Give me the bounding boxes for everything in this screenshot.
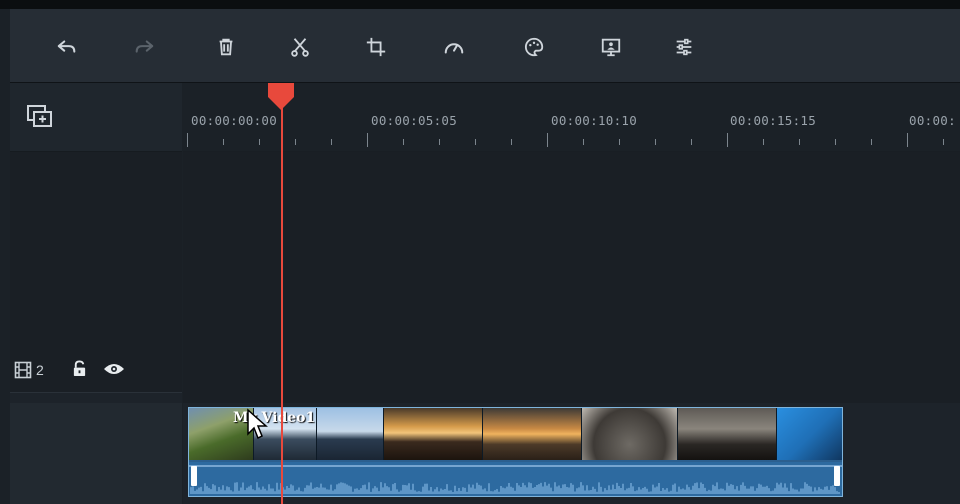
trim-handle-right[interactable] bbox=[834, 466, 840, 486]
add-track-button[interactable] bbox=[26, 103, 54, 131]
split-button[interactable] bbox=[287, 34, 313, 60]
minor-tick bbox=[259, 139, 260, 145]
ruler-label: 00:00:15:15 bbox=[730, 113, 817, 128]
trim-handle-left[interactable] bbox=[191, 466, 197, 486]
undo-button[interactable] bbox=[54, 34, 80, 60]
green-screen-icon bbox=[601, 38, 621, 57]
time-ruler[interactable]: 00:00:00:00 00:00:05:05 00:00:10:10 00:0… bbox=[183, 83, 960, 151]
playhead-handle[interactable] bbox=[266, 83, 296, 111]
minor-tick bbox=[403, 139, 404, 145]
delete-icon bbox=[219, 38, 233, 56]
major-tick bbox=[907, 133, 908, 147]
track-controls: 2 bbox=[14, 360, 125, 380]
delete-button[interactable] bbox=[213, 34, 239, 60]
major-tick bbox=[367, 133, 368, 147]
color-button[interactable] bbox=[521, 34, 547, 60]
minor-tick bbox=[943, 139, 944, 145]
track-header-panel bbox=[10, 83, 182, 504]
ruler-label: 00:00:05:05 bbox=[371, 113, 458, 128]
minor-tick bbox=[799, 139, 800, 145]
track-number: 2 bbox=[36, 362, 44, 378]
window-top-bar bbox=[0, 0, 960, 9]
edit-toolbar bbox=[10, 9, 960, 83]
video-track-header bbox=[10, 403, 182, 504]
redo-icon bbox=[135, 40, 154, 53]
minor-tick bbox=[295, 139, 296, 145]
minor-tick bbox=[835, 139, 836, 145]
thumbnail bbox=[384, 408, 483, 460]
waveform-graphic bbox=[189, 465, 842, 494]
thumbnail bbox=[582, 408, 678, 460]
video-clip[interactable]: My Video1 bbox=[188, 407, 843, 497]
minor-tick bbox=[331, 139, 332, 145]
minor-tick bbox=[475, 139, 476, 145]
audio-waveform bbox=[189, 462, 842, 496]
crop-icon bbox=[366, 37, 386, 57]
redo-button[interactable] bbox=[131, 34, 157, 60]
adjust-icon bbox=[676, 38, 692, 56]
crop-button[interactable] bbox=[363, 34, 389, 60]
thumbnail bbox=[317, 408, 384, 460]
major-tick bbox=[727, 133, 728, 147]
minor-tick bbox=[691, 139, 692, 145]
ruler-label: 00:00:10:10 bbox=[551, 113, 638, 128]
thumbnail bbox=[678, 408, 777, 460]
add-track-icon bbox=[27, 105, 52, 127]
minor-tick bbox=[223, 139, 224, 145]
track-manager-row bbox=[10, 83, 182, 152]
ruler-label: 00:00: bbox=[909, 113, 956, 128]
minor-tick bbox=[655, 139, 656, 145]
major-tick bbox=[187, 133, 188, 147]
empty-track bbox=[183, 152, 960, 403]
speed-icon bbox=[444, 43, 464, 54]
minor-tick bbox=[511, 139, 512, 145]
major-tick bbox=[547, 133, 548, 147]
eye-icon bbox=[103, 363, 124, 374]
color-icon bbox=[524, 37, 544, 57]
lock-toggle[interactable] bbox=[72, 360, 87, 380]
track-label: 2 bbox=[14, 361, 44, 379]
cut-icon bbox=[291, 38, 309, 57]
speed-button[interactable] bbox=[441, 34, 467, 60]
empty-track-header bbox=[10, 152, 182, 393]
timeline-area: 00:00:00:00 00:00:05:05 00:00:10:10 00:0… bbox=[183, 83, 960, 504]
green-screen-button[interactable] bbox=[598, 34, 624, 60]
minor-tick bbox=[439, 139, 440, 145]
thumbnail bbox=[777, 408, 842, 460]
minor-tick bbox=[583, 139, 584, 145]
thumbnail bbox=[483, 408, 582, 460]
lock-icon bbox=[73, 360, 85, 376]
film-icon bbox=[14, 361, 32, 379]
undo-icon bbox=[57, 40, 76, 53]
ruler-label: 00:00:00:00 bbox=[191, 113, 278, 128]
minor-tick bbox=[763, 139, 764, 145]
adjust-button[interactable] bbox=[671, 34, 697, 60]
minor-tick bbox=[871, 139, 872, 145]
video-track: My Video1 bbox=[183, 403, 960, 504]
visibility-toggle[interactable] bbox=[103, 362, 125, 379]
minor-tick bbox=[619, 139, 620, 145]
mouse-cursor bbox=[247, 408, 268, 440]
playhead-line[interactable] bbox=[281, 100, 283, 504]
